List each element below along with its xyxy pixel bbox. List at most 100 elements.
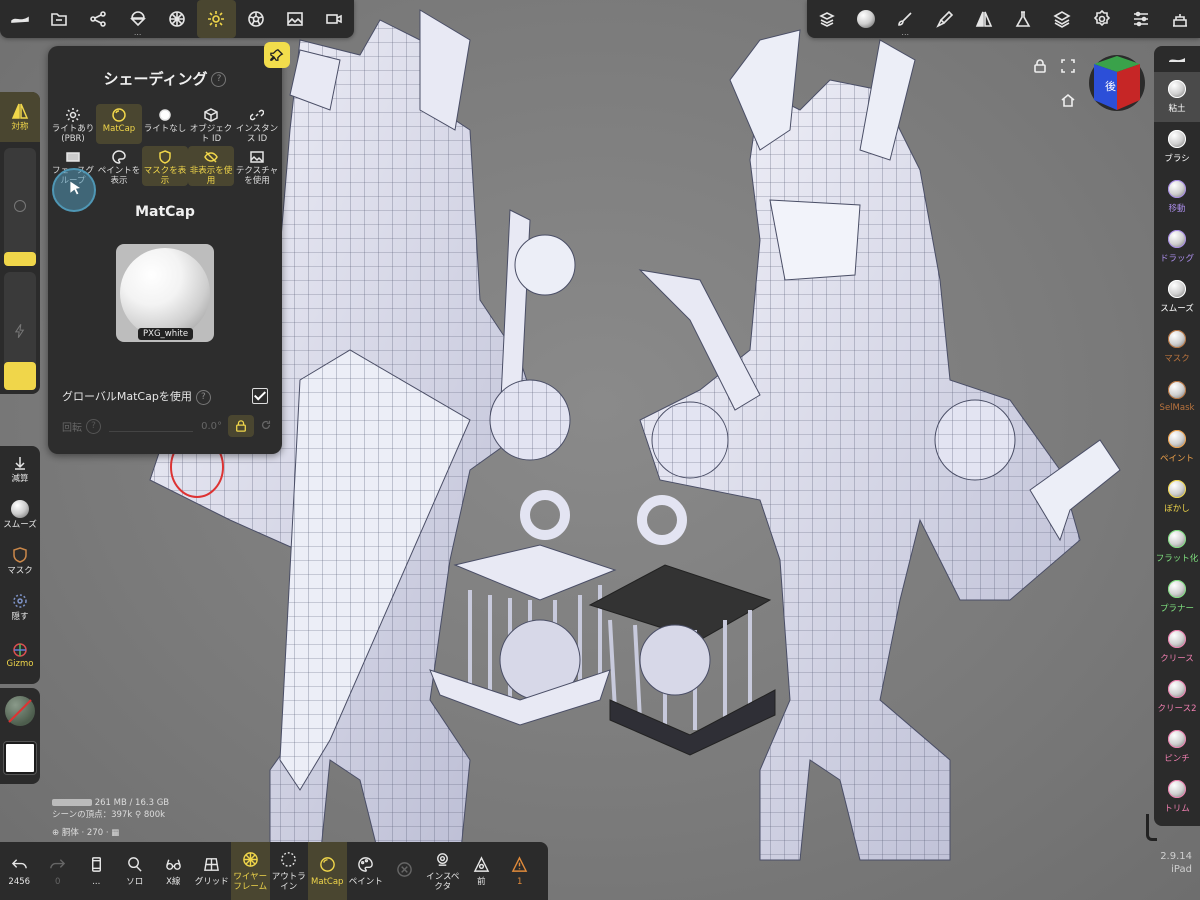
global-matcap-row[interactable]: グローバルMatCapを使用? — [62, 388, 268, 405]
tool-14[interactable]: ピンチ — [1154, 722, 1200, 772]
option-use-texture[interactable]: テクスチャを使用 — [234, 146, 280, 186]
tool-11[interactable]: プラナー — [1154, 572, 1200, 622]
grid-button[interactable]: グリッド — [193, 842, 232, 900]
vertex-extra: 800k — [143, 810, 166, 820]
option-show-paint[interactable]: ペイントを表示 — [96, 146, 142, 186]
sliders-icon[interactable] — [1121, 0, 1160, 38]
tool-ball-icon — [1168, 480, 1186, 498]
mask-button[interactable]: マスク — [0, 538, 40, 584]
tool-3[interactable]: 移動 — [1154, 172, 1200, 222]
matcap-preview[interactable]: PXG_white — [116, 244, 214, 342]
tool-6[interactable]: マスク — [1154, 322, 1200, 372]
tool-4[interactable]: ドラッグ — [1154, 222, 1200, 272]
sphere-icon[interactable] — [157, 0, 196, 38]
help-icon[interactable]: ? — [86, 418, 101, 434]
folder-icon[interactable] — [39, 0, 78, 38]
video-icon[interactable] — [315, 0, 354, 38]
tool-10[interactable]: フラット化 — [1154, 522, 1200, 572]
smooth-button[interactable]: スムーズ — [0, 492, 40, 538]
option-use-hidden[interactable]: 非表示を使用 — [188, 146, 234, 186]
radius-fill — [4, 252, 36, 266]
aperture-icon[interactable] — [236, 0, 275, 38]
symmetry-button[interactable]: 対称 — [0, 92, 40, 142]
device-button[interactable]: ... — [77, 842, 116, 900]
lock-rotation-button[interactable] — [228, 415, 254, 437]
shading-panel: シェーディング? ライトあり (PBR) MatCap ライトなし オブジェクト… — [48, 42, 290, 454]
tool-5[interactable]: スムーズ — [1154, 272, 1200, 322]
top-left-toolbar: ... — [0, 0, 354, 38]
intensity-slider[interactable] — [4, 272, 36, 390]
inspector-button[interactable]: インスペクタ — [424, 842, 463, 900]
help-icon[interactable]: ? — [195, 389, 211, 405]
flask-icon[interactable] — [1003, 0, 1042, 38]
matcap-stack-icon[interactable] — [807, 0, 846, 38]
redo-button[interactable]: 0 — [39, 842, 78, 900]
shield-icon — [159, 150, 171, 164]
hide-button[interactable]: 隠す — [0, 584, 40, 630]
view-cube[interactable]: 後 — [1088, 54, 1146, 112]
help-icon[interactable]: ? — [211, 72, 227, 87]
xray-button[interactable]: X線 — [154, 842, 193, 900]
radius-slider[interactable] — [4, 148, 36, 266]
facegroup-icon — [66, 152, 80, 162]
global-matcap-checkbox[interactable] — [252, 388, 268, 405]
warning-button[interactable]: 1 — [501, 842, 540, 900]
frame-icon[interactable] — [1060, 58, 1076, 74]
matcap-toggle-button[interactable]: MatCap — [308, 842, 347, 900]
option-show-mask[interactable]: マスクを表示 — [142, 146, 188, 186]
resize-handle[interactable] — [1146, 814, 1157, 841]
disabled-button[interactable] — [385, 842, 424, 900]
option-instance-id[interactable]: インスタンス ID — [234, 104, 280, 144]
hide-icon — [13, 594, 27, 608]
settings-icon[interactable] — [1082, 0, 1121, 38]
option-object-id[interactable]: オブジェクト ID — [188, 104, 234, 144]
option-matcap[interactable]: MatCap — [96, 104, 142, 144]
material-ball-icon[interactable] — [846, 0, 885, 38]
palette-icon — [112, 150, 126, 164]
grid-icon — [204, 857, 220, 871]
solo-button[interactable]: ソロ — [116, 842, 155, 900]
cake-icon[interactable] — [1161, 0, 1200, 38]
pin-button[interactable] — [264, 42, 290, 68]
tool-9[interactable]: ぼかし — [1154, 472, 1200, 522]
image-icon[interactable] — [275, 0, 314, 38]
intensity-fill — [4, 362, 36, 390]
wireframe-button[interactable]: ワイヤーフレーム — [231, 842, 270, 900]
reset-icon[interactable] — [260, 419, 272, 434]
option-pbr[interactable]: ライトあり (PBR) — [50, 104, 96, 144]
gizmo-button[interactable]: Gizmo — [0, 630, 40, 680]
tool-8[interactable]: ペイント — [1154, 422, 1200, 472]
material-swatch[interactable] — [5, 696, 35, 726]
scene-icon[interactable] — [0, 0, 39, 38]
mirror-icon[interactable] — [964, 0, 1003, 38]
left-sidebar-colors — [0, 688, 40, 784]
tool-2[interactable]: ブラシ — [1154, 122, 1200, 172]
tool-15[interactable]: トリム — [1154, 772, 1200, 822]
share-icon[interactable] — [79, 0, 118, 38]
home-icon[interactable] — [1060, 92, 1076, 108]
layers-icon[interactable] — [1043, 0, 1082, 38]
tool-ball-icon — [1168, 130, 1186, 148]
paint-tube-icon[interactable] — [925, 0, 964, 38]
shape-icon[interactable]: ... — [118, 0, 157, 38]
color-swatch[interactable] — [3, 741, 37, 775]
tool-12[interactable]: クリース — [1154, 622, 1200, 672]
subtract-button[interactable]: 減算 — [0, 446, 40, 492]
front-view-button[interactable]: 前 — [462, 842, 501, 900]
image-small-icon — [250, 151, 264, 163]
undo-button[interactable]: 2456 — [0, 842, 39, 900]
tool-7[interactable]: SelMask — [1154, 372, 1200, 422]
brush-icon[interactable]: ... — [886, 0, 925, 38]
rotation-slider[interactable] — [109, 421, 194, 432]
option-unlit[interactable]: ライトなし — [142, 104, 188, 144]
lightning-icon — [15, 324, 25, 338]
tool-13[interactable]: クリース2 — [1154, 672, 1200, 722]
inspector-icon — [437, 852, 449, 866]
sun-icon[interactable] — [196, 0, 236, 38]
outline-button[interactable]: アウトライン — [270, 842, 309, 900]
tool-1[interactable]: 粘土 — [1154, 72, 1200, 122]
mask-icon — [13, 547, 27, 563]
lock-icon[interactable] — [1032, 58, 1048, 74]
paint-toggle-button[interactable]: ペイント — [347, 842, 386, 900]
scene-shape-icon[interactable] — [1154, 46, 1200, 72]
